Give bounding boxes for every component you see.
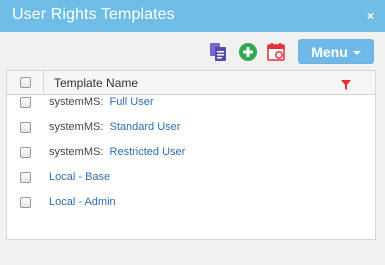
template-name: Local - Base — [49, 171, 110, 183]
select-all-checkbox[interactable] — [20, 77, 31, 88]
template-name: systemMS: Restricted User — [49, 146, 185, 158]
copy-icon[interactable] — [208, 42, 228, 62]
user-rights-templates-dialog: User Rights Templates × Menu Template Na… — [0, 0, 385, 265]
calendar-icon[interactable] — [266, 42, 286, 62]
row-checkbox[interactable] — [20, 197, 31, 208]
row-checkbox[interactable] — [20, 97, 31, 108]
template-prefix: systemMS: — [49, 96, 107, 108]
templates-grid: Template Name systemMS: Full User system… — [6, 70, 376, 240]
menu-button-label: Menu — [311, 43, 348, 60]
grid-header: Template Name — [7, 71, 375, 95]
table-row[interactable]: systemMS: Full User — [7, 93, 375, 118]
template-name: Local - Admin — [49, 196, 116, 208]
template-prefix: systemMS: — [49, 121, 107, 133]
template-link[interactable]: Local - Base — [49, 171, 110, 183]
toolbar: Menu — [0, 32, 385, 68]
dialog-titlebar: User Rights Templates × — [0, 0, 385, 32]
template-prefix: systemMS: — [49, 146, 107, 158]
add-icon[interactable] — [238, 42, 258, 62]
filter-icon[interactable] — [341, 77, 351, 90]
row-checkbox[interactable] — [20, 122, 31, 133]
table-row[interactable]: systemMS: Standard User — [7, 118, 375, 143]
template-name: systemMS: Standard User — [49, 121, 180, 133]
template-link[interactable]: Standard User — [110, 121, 181, 133]
template-name: systemMS: Full User — [49, 96, 154, 108]
column-header-template-name[interactable]: Template Name — [54, 76, 138, 90]
row-checkbox[interactable] — [20, 172, 31, 183]
menu-button[interactable]: Menu — [298, 39, 374, 64]
header-divider — [43, 71, 44, 94]
template-link[interactable]: Local - Admin — [49, 196, 116, 208]
close-icon[interactable]: × — [367, 9, 374, 23]
table-row[interactable]: systemMS: Restricted User — [7, 143, 375, 168]
template-link[interactable]: Restricted User — [110, 146, 186, 158]
row-checkbox[interactable] — [20, 147, 31, 158]
table-row[interactable]: Local - Admin — [7, 193, 375, 218]
caret-down-icon — [352, 50, 361, 55]
template-link[interactable]: Full User — [110, 96, 154, 108]
table-row[interactable]: Local - Base — [7, 168, 375, 193]
dialog-title: User Rights Templates — [12, 6, 175, 23]
